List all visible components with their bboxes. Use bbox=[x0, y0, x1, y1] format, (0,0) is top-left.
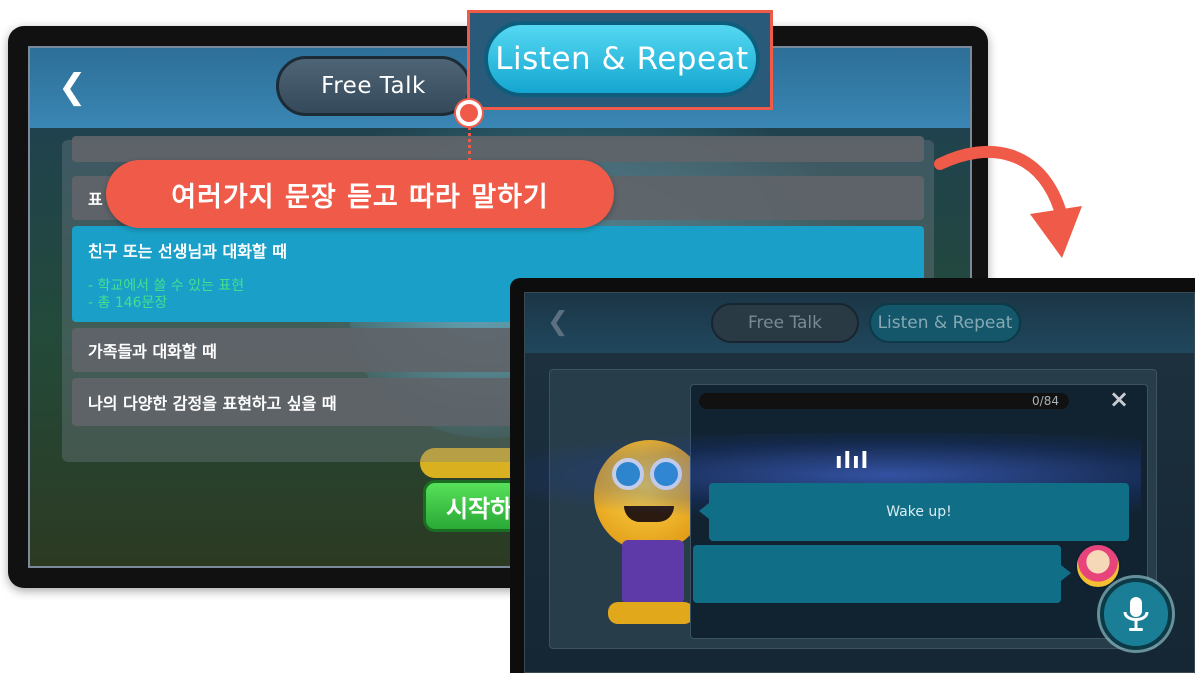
detail-tablet-frame: ❮ Free Talk Listen & Repeat 0/84 × ılıl … bbox=[510, 278, 1195, 673]
tab-free-talk[interactable]: Free Talk bbox=[711, 303, 859, 343]
tab-free-talk[interactable]: Free Talk bbox=[276, 56, 471, 116]
detail-screen: ❮ Free Talk Listen & Repeat 0/84 × ılıl … bbox=[524, 292, 1195, 673]
close-icon[interactable]: × bbox=[1109, 385, 1129, 413]
list-item-label: 친구 또는 선생님과 대화할 때 bbox=[88, 242, 287, 261]
tab-listen-repeat[interactable]: Listen & Repeat bbox=[869, 303, 1021, 343]
user-response-bubble bbox=[693, 545, 1071, 603]
progress-counter: 0/84 bbox=[1032, 394, 1059, 408]
list-item-label: 가족들과 대화할 때 bbox=[88, 342, 217, 361]
monster-body-illustration bbox=[622, 540, 684, 604]
list-item-label: 표 bbox=[88, 190, 103, 209]
audio-waveform-icon[interactable]: ılıl bbox=[835, 449, 869, 474]
list-item-subtext: - 총 146문장 bbox=[88, 295, 168, 311]
listen-repeat-highlight-box: Listen & Repeat bbox=[467, 10, 773, 110]
list-item-label: 나의 다양한 감정을 표현하고 싶을 때 bbox=[88, 394, 337, 413]
list-item-subtext: - 학교에서 쓸 수 있는 표현 bbox=[88, 278, 245, 294]
sentence-text: Wake up! bbox=[886, 504, 952, 520]
list-item-partial[interactable] bbox=[72, 136, 924, 162]
callout-pointer-dot bbox=[456, 100, 482, 126]
callout-pointer-line bbox=[468, 126, 471, 162]
monster-legs-illustration bbox=[608, 602, 694, 624]
curved-arrow-icon bbox=[934, 146, 1082, 258]
microphone-icon bbox=[1123, 597, 1149, 631]
microphone-button[interactable] bbox=[1100, 578, 1172, 650]
practice-panel: 0/84 × ılıl Wake up! bbox=[525, 369, 1157, 649]
user-avatar bbox=[1075, 543, 1121, 589]
sentence-dialog: 0/84 × ılıl Wake up! bbox=[525, 384, 1148, 639]
back-chevron-icon[interactable]: ❮ bbox=[58, 70, 87, 104]
back-chevron-icon[interactable]: ❮ bbox=[547, 307, 569, 337]
tab-listen-repeat[interactable]: Listen & Repeat bbox=[484, 21, 760, 97]
feature-description-label: 여러가지 문장 듣고 따라 말하기 bbox=[106, 160, 614, 228]
detail-header: ❮ Free Talk Listen & Repeat bbox=[525, 293, 1194, 353]
progress-bar: 0/84 bbox=[699, 393, 1069, 409]
sentence-bubble[interactable]: Wake up! bbox=[699, 483, 1129, 541]
